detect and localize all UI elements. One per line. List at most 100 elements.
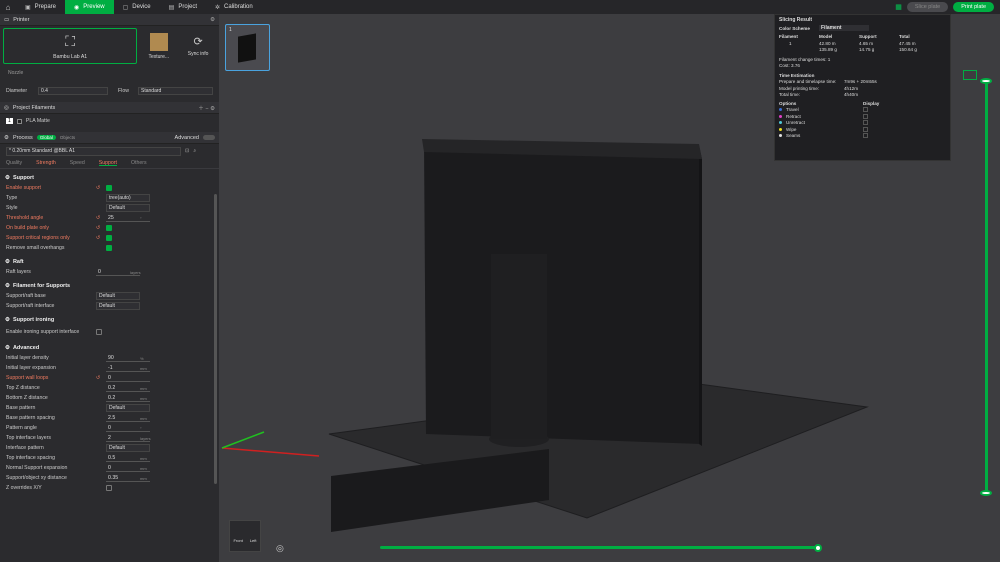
setting-value[interactable]: 0 — [106, 424, 150, 432]
reset-icon[interactable]: ↺ — [96, 375, 102, 381]
tab-quality[interactable]: Quality — [6, 160, 22, 166]
printer-card[interactable]: ⛶ Bambu Lab A1 — [3, 28, 138, 64]
slice-plate-button[interactable]: Slice plate — [906, 2, 949, 12]
reset-icon[interactable]: ↺ — [96, 215, 102, 221]
printer-frame-icon: ⛶ — [65, 32, 76, 49]
process-tabs: Quality Strength Speed Support Others — [0, 158, 219, 169]
view-cube[interactable]: Front Left — [229, 520, 261, 552]
setting-checkbox[interactable] — [106, 485, 112, 491]
reset-icon[interactable]: ↺ — [96, 235, 102, 241]
preset-row: * 0.20mm Standard @BBL A1 ⊡ ⌕ — [0, 144, 219, 158]
tab-others[interactable]: Others — [131, 160, 147, 166]
setting-label: Top interface spacing — [6, 455, 56, 461]
plate-thumbnail[interactable]: 1 — [225, 24, 270, 71]
sidebar-scrollbar[interactable] — [214, 194, 217, 484]
setting-label: Initial layer expansion — [6, 365, 56, 371]
advanced-switch[interactable] — [203, 135, 215, 140]
objects-toggle[interactable]: Objects — [60, 135, 75, 140]
settings-icon[interactable]: ⚙ — [210, 17, 215, 23]
tab-prepare[interactable]: ▣ Prepare — [16, 0, 65, 14]
advanced-row: Base pattern spacing 2.5 mm — [0, 413, 211, 423]
sync-icon: ⟳ — [193, 36, 203, 48]
setting-checkbox[interactable] — [106, 235, 112, 241]
raft-layers-row: Raft layers 0 layers — [6, 268, 141, 276]
setting-checkbox[interactable] — [106, 185, 112, 191]
setting-label: Interface pattern — [6, 445, 44, 451]
global-toggle[interactable]: Global — [36, 135, 56, 140]
setting-value[interactable]: 25 — [106, 214, 150, 222]
project-icon: ▤ — [168, 4, 175, 11]
filaments-section-header: ◎ Project Filaments ＋ − ⚙ — [0, 102, 219, 114]
add-filament-icon[interactable]: ＋ − ⚙ — [198, 104, 215, 112]
setting-value[interactable]: 0 — [106, 374, 150, 382]
raft-interface-row: Support/raft interface Default — [0, 301, 211, 311]
ironing-icon: ⚙ — [5, 316, 10, 323]
ironing-checkbox[interactable] — [96, 329, 102, 335]
advanced-title: ⚙ Advanced — [5, 344, 40, 351]
ironing-row: Enable ironing support interface — [0, 325, 211, 339]
layer-bottom-handle[interactable] — [980, 490, 992, 496]
print-plate-button[interactable]: Print plate — [953, 2, 994, 12]
legend-color-dot — [779, 121, 782, 125]
tab-project[interactable]: ▤ Project — [160, 0, 206, 14]
camera-icon[interactable]: ◎ — [276, 543, 284, 554]
layer-vertical-slider[interactable] — [985, 80, 988, 495]
model-side — [699, 146, 702, 446]
setting-checkbox[interactable] — [106, 225, 112, 231]
tab-strength[interactable]: Strength — [36, 160, 56, 166]
tab-preview[interactable]: ◉ Preview — [65, 0, 114, 14]
plate-grid-icon[interactable]: ▦ — [895, 3, 902, 11]
display-checkbox[interactable] — [863, 126, 868, 132]
display-checkbox[interactable] — [863, 113, 868, 119]
texture-card[interactable]: Texture... — [141, 28, 176, 64]
y-axis-line — [221, 431, 265, 449]
sidebar: ▭ Printer ⚙ ⛶ Bambu Lab A1 Texture... ⟳ … — [0, 14, 219, 562]
ironing-title: ⚙ Support ironing — [5, 316, 55, 323]
raft-icon: ⚙ — [5, 258, 10, 265]
setting-value[interactable]: tree(auto) — [106, 194, 150, 202]
tab-calibration[interactable]: ✲ Calibration — [206, 0, 262, 14]
display-checkbox[interactable] — [863, 107, 868, 113]
tab-speed[interactable]: Speed — [70, 160, 85, 166]
process-preset-select[interactable]: * 0.20mm Standard @BBL A1 — [6, 146, 181, 156]
setting-value[interactable]: Default — [106, 444, 150, 452]
raft-interface-select[interactable]: Default — [96, 302, 140, 310]
save-preset-icon[interactable]: ⊡ — [185, 148, 189, 154]
move-horizontal-slider[interactable] — [380, 546, 820, 549]
layer-top-label — [963, 70, 977, 80]
setting-label: Z overrides X/Y — [6, 485, 42, 491]
tab-support[interactable]: Support — [98, 160, 117, 166]
advanced-row: Top Z distance 0.2 mm — [0, 383, 211, 393]
color-scheme-select[interactable]: Filament — [819, 25, 869, 32]
setting-value[interactable]: Default — [106, 204, 150, 212]
reset-icon[interactable]: ↺ — [96, 225, 102, 231]
diameter-select[interactable]: 0.4 — [38, 87, 108, 95]
setting-value[interactable]: Default — [106, 404, 150, 412]
printer-icon: ▭ — [4, 16, 10, 23]
flow-select[interactable]: Standard — [138, 87, 213, 95]
support-row: Threshold angle ↺ 25 ° — [0, 213, 211, 223]
eye-icon: ◉ — [74, 4, 80, 11]
filament-icon: ◎ — [4, 104, 9, 111]
raft-base-select[interactable]: Default — [96, 292, 140, 300]
tab-device[interactable]: ▢ Device — [114, 0, 160, 14]
advanced-row: Interface pattern Default — [0, 443, 211, 453]
color-scheme-row: Color Scheme Filament — [775, 25, 950, 32]
filament-row[interactable]: 1 PLA Matte — [0, 114, 219, 128]
search-icon[interactable]: ⌕ — [193, 148, 196, 155]
tree-support-trunk — [491, 254, 547, 439]
move-slider-handle[interactable] — [814, 544, 822, 552]
filament-color-swatch[interactable] — [16, 118, 22, 124]
display-checkbox[interactable] — [863, 133, 868, 139]
setting-label: Type — [6, 195, 18, 201]
display-checkbox[interactable] — [863, 120, 868, 126]
layer-top-handle[interactable] — [980, 78, 992, 84]
filament-supports-icon: ⚙ — [5, 282, 10, 289]
reset-icon[interactable]: ↺ — [96, 185, 102, 191]
setting-label: Pattern angle — [6, 425, 37, 431]
advanced-row: Bottom Z distance 0.2 mm — [0, 393, 211, 403]
support-row: Enable support ↺ — [0, 183, 211, 193]
setting-checkbox[interactable] — [106, 245, 112, 251]
sync-info-button[interactable]: ⟳ Sync info — [180, 28, 216, 64]
home-icon[interactable]: ⌂ — [0, 0, 16, 14]
